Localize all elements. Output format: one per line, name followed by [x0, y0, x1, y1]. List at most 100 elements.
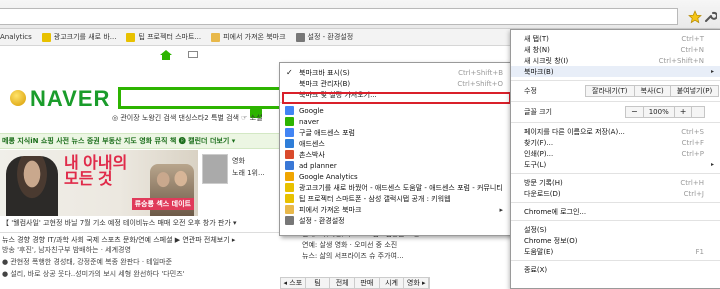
bookmarks-item[interactable]: 북마크(B) ▸	[511, 66, 720, 77]
paste-button[interactable]: 붙여넣기(P)	[669, 85, 720, 97]
page-icon	[126, 32, 136, 42]
page-icon	[41, 32, 51, 42]
address-bar[interactable]	[0, 8, 678, 25]
page-icon	[285, 183, 294, 192]
bookmark-analytics[interactable]: Analytics	[0, 33, 32, 41]
bookmarks-submenu: ✓ 북마크바 표시(S) Ctrl+Shift+B 북마크 관리자(B) Ctr…	[279, 62, 512, 236]
bookmark-adsense-forum[interactable]: 구글 애드센스 포럼	[280, 127, 511, 138]
news-item[interactable]: ● 관현정 폭행한 경성태, 강정준예 복종 완판다 · 테일마준	[2, 256, 282, 268]
bottom-tab[interactable]: 판매	[355, 278, 380, 288]
google-icon	[285, 128, 294, 137]
movie-widget[interactable]: 영화 노래 1위...	[202, 154, 280, 214]
page-icon	[285, 194, 294, 203]
signin-item[interactable]: Chrome에 로그인...	[511, 206, 720, 217]
edit-row: 수정 잘라내기(T) 복사(C) 붙여넣기(P)	[511, 84, 720, 98]
related-item[interactable]: 연예: 살생 영화 · 오미선 중 소진	[302, 240, 432, 251]
chevron-right-icon: ▸	[710, 68, 714, 75]
menu-divider	[511, 202, 720, 203]
bookmark-projector-phone[interactable]: 팁 프로젝터 스마트폰 - 삼성 갤럭시탭 공개 : 키워웹	[280, 193, 511, 204]
ad-banner[interactable]: 내 아내의 모든 것 류승룡 섹스 데이트	[0, 150, 198, 216]
bookmark-adsense[interactable]: 애드센스	[280, 138, 511, 149]
bookmark-ad-planner[interactable]: ad planner	[280, 160, 511, 171]
bookmark-folder-imported[interactable]: 피에서 가져온 북마크 ▸	[280, 204, 511, 215]
menu-divider	[511, 260, 720, 261]
bookmark-settings[interactable]: 설정 - 환경설정	[280, 215, 511, 226]
zoom-in-button[interactable]: +	[673, 106, 693, 118]
bookmark-naver[interactable]: naver	[280, 116, 511, 127]
adsense-icon	[285, 139, 294, 148]
search-input[interactable]	[118, 87, 288, 109]
bottom-tab[interactable]: 영화 ▸	[404, 278, 430, 288]
tools-item[interactable]: 도구(L) ▸	[511, 159, 720, 170]
browser-toolbar	[0, 0, 720, 29]
bookmark-settings[interactable]: 설정 - 환경설정	[295, 32, 353, 42]
help-item[interactable]: 도움말(E) F1	[511, 246, 720, 257]
bookmark-manager-item[interactable]: 북마크 관리자(B) Ctrl+Shift+O	[280, 78, 511, 89]
movie-sub: 노래 1위...	[232, 169, 265, 177]
bottom-tab[interactable]: ◂ 스포츠	[281, 278, 306, 288]
bookmark-ad-size[interactable]: 광고크기를 새로 바...	[41, 32, 116, 42]
headline-bar[interactable]: 【 '웰컴사일' 고현정 바닐 7월 기소 예정 테이비뉴스 매매 오전 오후 …	[0, 218, 282, 230]
service-nav[interactable]: 메롱 지식iN 쇼핑 사전 뉴스 증권 부동산 지도 영화 뮤직 책 🅡 캘린더…	[0, 133, 282, 149]
banner-person-image	[6, 156, 58, 216]
bookmark-ad-size-help[interactable]: 광고크기를 새로 바꿨어 - 애드센스 도움말 - 애드센스 포럼 - 커뮤니티	[280, 182, 511, 193]
chrome-menu: 새 탭(T) Ctrl+T 새 창(N) Ctrl+N 새 시크릿 창(I) C…	[510, 29, 720, 289]
bottom-tabs: ◂ 스포츠 팀 전체 판매 시계 영화 ▸	[280, 277, 430, 289]
bottom-tab[interactable]: 시계	[380, 278, 405, 288]
find-item[interactable]: 찾기(F)... Ctrl+F	[511, 137, 720, 148]
menu-divider	[511, 173, 720, 174]
menu-divider	[511, 122, 720, 123]
naver-logo-icon	[10, 90, 26, 106]
bottom-tab[interactable]: 팀	[306, 278, 331, 288]
bottom-tab[interactable]: 전체	[330, 278, 356, 288]
star-icon[interactable]	[688, 10, 702, 24]
zoom-row: 글꼴 크기 − 100% +	[511, 105, 720, 119]
wrench-icon[interactable]	[703, 10, 717, 24]
related-item[interactable]: 뉴스: 삶의 서프라이즈 슈 주가여...	[302, 251, 432, 262]
menu-divider	[511, 101, 720, 102]
wrench-icon	[285, 216, 294, 225]
check-icon: ✓	[286, 68, 293, 77]
bookmark-google[interactable]: Google	[280, 105, 511, 116]
naver-logo[interactable]: NAVER	[30, 86, 110, 112]
downloads-item[interactable]: 다운로드(D) Ctrl+J	[511, 188, 720, 199]
adplanner-icon	[285, 161, 294, 170]
menu-divider	[511, 220, 720, 221]
page-icon	[285, 150, 294, 159]
zoom-level: 100%	[642, 106, 675, 118]
google-icon	[285, 106, 294, 115]
copy-button[interactable]: 복사(C)	[633, 85, 671, 97]
bookmark-folder-imported[interactable]: 피에서 가져온 북마크	[211, 32, 286, 42]
folder-icon	[211, 32, 221, 42]
naver-icon	[285, 117, 294, 126]
news-item[interactable]: ● 설리, 바로 상공 웃다..성미가의 보시 세형 완선하다 '다민즈'	[2, 268, 282, 280]
news-list: 방송 '후진', 남자친구부 밤배하는 · 세계경영 ● 관현정 폭행한 경성태…	[0, 244, 282, 280]
banner-subtitle: 류승룡 섹스 데이트	[131, 198, 194, 210]
chevron-right-icon: ▸	[710, 161, 714, 168]
history-item[interactable]: 방문 기록(H) Ctrl+H	[511, 177, 720, 188]
print-item[interactable]: 인쇄(P)... Ctrl+P	[511, 148, 720, 159]
exit-item[interactable]: 종료(X)	[511, 264, 720, 275]
about-item[interactable]: Chrome 정보(O)	[511, 235, 720, 246]
folder-icon	[285, 205, 294, 214]
cut-button[interactable]: 잘라내기(T)	[585, 85, 635, 97]
settings-item[interactable]: 설정(S)	[511, 224, 720, 235]
menu-divider	[511, 80, 720, 81]
analytics-icon	[285, 172, 294, 181]
new-window-item[interactable]: 새 창(N) Ctrl+N	[511, 44, 720, 55]
bookmark-projector[interactable]: 팁 프로젝터 스마트...	[126, 32, 201, 42]
highlight-box	[282, 92, 511, 104]
save-page-item[interactable]: 페이지를 다른 이름으로 저장(A)... Ctrl+S	[511, 126, 720, 137]
bookmark-blog[interactable]: 촌스박사	[280, 149, 511, 160]
new-tab-item[interactable]: 새 탭(T) Ctrl+T	[511, 33, 720, 44]
home-icon[interactable]	[160, 50, 172, 60]
fullscreen-icon[interactable]	[691, 106, 706, 118]
incognito-item[interactable]: 새 시크릿 창(I) Ctrl+Shift+N	[511, 55, 720, 66]
gnb-links[interactable]: ◎ 관이장 노왕긴 검색 댄싱스타2 특별 검색 ☞ 소설	[112, 113, 263, 123]
movie-label: 영화	[232, 157, 245, 165]
zoom-out-button[interactable]: −	[625, 106, 644, 118]
window-icon[interactable]	[188, 51, 198, 58]
show-bookmarks-bar-item[interactable]: ✓ 북마크바 표시(S) Ctrl+Shift+B	[280, 67, 511, 78]
bookmark-google-analytics[interactable]: Google Analytics	[280, 171, 511, 182]
news-item[interactable]: 방송 '후진', 남자친구부 밤배하는 · 세계경영	[2, 244, 282, 256]
